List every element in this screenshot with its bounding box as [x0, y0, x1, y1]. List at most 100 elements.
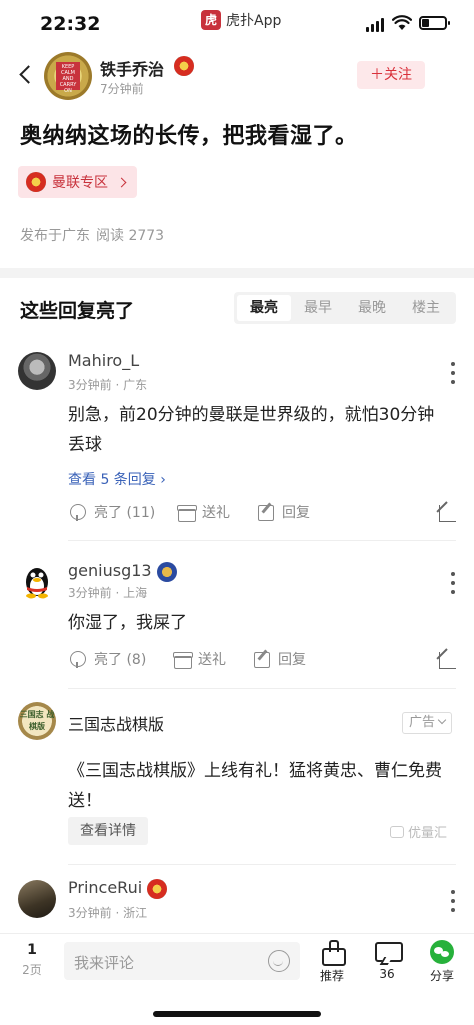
more-options-icon[interactable]: [450, 890, 456, 912]
sort-tab-op[interactable]: 楼主: [399, 295, 453, 321]
back-arrow-icon[interactable]: [14, 62, 38, 86]
comment-actions: 亮了 (11) 送礼 回复: [68, 502, 458, 528]
hupu-app-icon: 虎: [201, 10, 221, 30]
page-current: 1: [27, 942, 37, 958]
share-icon[interactable]: [438, 502, 458, 522]
reply-icon: [252, 649, 272, 669]
commenter-avatar[interactable]: [18, 562, 56, 600]
comment-text: 你湿了，我屎了: [68, 613, 187, 633]
share-icon[interactable]: [438, 649, 458, 669]
post-header: KEEP CALM AND CARRY ON 铁手乔治 7分钟前 ＋关注: [0, 48, 474, 104]
app-indicator: 虎 虎扑App: [201, 10, 281, 30]
recommend-label: 推荐: [319, 969, 344, 983]
sort-tab-brightest[interactable]: 最亮: [237, 295, 291, 321]
comment-bubble-icon: [374, 940, 403, 964]
ad-name[interactable]: 三国志战棋版: [68, 711, 164, 735]
reply-label: 回复: [282, 505, 310, 521]
reply-button[interactable]: 回复: [252, 649, 306, 669]
post-title: 奥纳纳这场的长传，把我看湿了。: [20, 124, 358, 149]
ad-source-label: 优量汇: [408, 826, 448, 841]
ad-text[interactable]: 《三国志战棋版》上线有礼！猛将黄忠、曹仁免费送！: [68, 756, 448, 816]
commenter-avatar[interactable]: [18, 880, 56, 918]
qq-penguin-icon: [26, 568, 48, 599]
lightbulb-icon: [68, 502, 88, 522]
recommend-button[interactable]: 推荐: [312, 940, 352, 984]
gift-label: 送礼: [202, 505, 230, 521]
section-separator: [0, 268, 474, 278]
more-options-icon[interactable]: [450, 572, 456, 594]
wifi-icon: [392, 15, 412, 30]
divider: [68, 864, 456, 865]
commenter-avatar[interactable]: [18, 352, 56, 390]
ad-details-button[interactable]: 查看详情: [68, 817, 148, 845]
commenter-name[interactable]: Mahiro_L: [68, 351, 139, 370]
comments-button[interactable]: 36: [367, 940, 407, 981]
comment-meta: 3分钟前 · 浙江: [68, 906, 148, 920]
post-meta: 发布于广东 阅读 2773: [20, 225, 164, 245]
comment-input[interactable]: 我来评论: [64, 942, 300, 980]
gift-button[interactable]: 送礼: [172, 649, 226, 669]
like-button[interactable]: 亮了 (11): [68, 502, 155, 522]
commenter-name[interactable]: geniusg13: [68, 561, 177, 582]
status-time: 22:32: [40, 13, 101, 35]
ad-avatar-text: 三国志 战棋版: [19, 710, 55, 731]
author-name[interactable]: 铁手乔治: [100, 56, 164, 80]
sort-tab-earliest[interactable]: 最早: [291, 295, 345, 321]
more-options-icon[interactable]: [450, 362, 456, 384]
chevron-right-icon: [116, 177, 127, 187]
wechat-icon: [430, 940, 454, 964]
author-avatar[interactable]: KEEP CALM AND CARRY ON: [44, 52, 92, 100]
reply-label: 回复: [278, 652, 306, 668]
status-bar: 22:32 虎 虎扑App: [0, 0, 474, 48]
share-button[interactable]: 分享: [422, 940, 462, 984]
gift-icon: [176, 502, 197, 522]
reply-button[interactable]: 回复: [256, 502, 310, 522]
ad-source: 优量汇: [390, 822, 447, 841]
man-utd-badge-icon: [26, 172, 46, 192]
ad-source-icon: [390, 825, 404, 838]
comment-actions: 亮了 (8) 送礼 回复: [68, 649, 458, 675]
gift-button[interactable]: 送礼: [176, 502, 230, 522]
zone-label: 曼联专区: [52, 175, 108, 191]
team-badge-icon: [156, 561, 177, 582]
commenter-name[interactable]: PrinceRui: [68, 878, 168, 899]
like-count: 亮了 (8): [94, 652, 147, 668]
replies-section-title: 这些回复亮了: [20, 300, 135, 322]
comment-count: 36: [379, 967, 395, 981]
app-name: 虎扑App: [226, 13, 282, 29]
like-count: 亮了 (11): [94, 505, 156, 521]
thumbs-up-icon: [319, 940, 346, 966]
post-reads: 阅读 2773: [96, 228, 165, 244]
man-utd-badge-icon: [174, 56, 194, 76]
emoji-icon[interactable]: [268, 950, 290, 972]
post-location: 发布于广东: [20, 228, 90, 244]
author-avatar-text: KEEP CALM AND CARRY ON: [56, 62, 80, 94]
comment-meta: 3分钟前 · 广东: [68, 378, 148, 392]
view-replies-link[interactable]: 查看 5 条回复 ›: [68, 469, 166, 489]
ad-tag[interactable]: 广告: [402, 712, 453, 734]
share-label: 分享: [429, 969, 454, 983]
follow-button[interactable]: ＋关注: [357, 61, 425, 89]
zone-link[interactable]: 曼联专区: [18, 166, 137, 198]
battery-icon: [419, 16, 450, 30]
comment-placeholder: 我来评论: [74, 954, 135, 972]
like-button[interactable]: 亮了 (8): [68, 649, 146, 669]
divider: [68, 688, 456, 689]
commenter-name-text: PrinceRui: [68, 878, 143, 897]
signal-icon: [366, 18, 384, 32]
post-time: 7分钟前: [100, 82, 144, 96]
home-indicator: [153, 1011, 321, 1017]
lightbulb-icon: [68, 649, 88, 669]
page-total: 2页: [22, 963, 42, 977]
man-utd-badge-icon: [147, 878, 168, 899]
comment-text: 别急，前20分钟的曼联是世界级的，就怕30分钟丢球: [68, 405, 435, 455]
gift-icon: [172, 649, 193, 669]
ad-avatar[interactable]: 三国志 战棋版: [18, 702, 56, 740]
sort-tab-latest[interactable]: 最晚: [345, 295, 399, 321]
reply-icon: [256, 502, 276, 522]
sort-tabs: 最亮 最早 最晚 楼主: [234, 292, 456, 324]
bottom-bar: 1 2页 我来评论 推荐 36 分享: [0, 933, 474, 1025]
commenter-name-text: geniusg13: [68, 561, 152, 580]
page-indicator[interactable]: 1 2页: [10, 942, 54, 978]
divider: [68, 540, 456, 541]
